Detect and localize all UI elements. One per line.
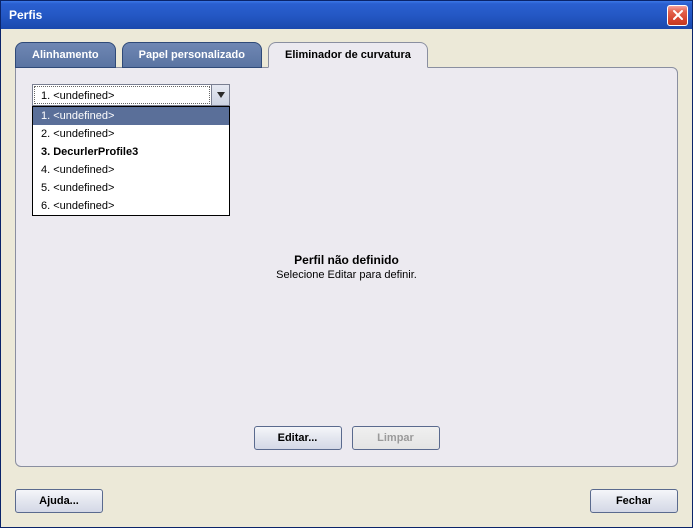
tab-panel: 1. <undefined> 1. <undefined> 2. <undefi… [15, 67, 678, 467]
profile-combo[interactable]: 1. <undefined> [32, 84, 230, 106]
tab-alinhamento[interactable]: Alinhamento [15, 42, 116, 68]
panel-button-row: Editar... Limpar [32, 416, 661, 450]
chevron-down-icon [217, 92, 225, 98]
option-label: 3. DecurlerProfile3 [41, 146, 138, 158]
option-label: 2. <undefined> [41, 128, 114, 140]
close-dialog-button[interactable]: Fechar [590, 489, 678, 513]
tab-label: Alinhamento [32, 49, 99, 61]
button-label: Ajuda... [39, 495, 79, 507]
profile-option[interactable]: 2. <undefined> [33, 125, 229, 143]
profile-option[interactable]: 3. DecurlerProfile3 [33, 143, 229, 161]
help-button[interactable]: Ajuda... [15, 489, 103, 513]
option-label: 5. <undefined> [41, 182, 114, 194]
option-label: 6. <undefined> [41, 200, 114, 212]
status-line1: Perfil não definido [276, 253, 417, 267]
profile-option[interactable]: 4. <undefined> [33, 161, 229, 179]
option-label: 4. <undefined> [41, 164, 114, 176]
clear-button: Limpar [352, 426, 440, 450]
tab-papel-personalizado[interactable]: Papel personalizado [122, 42, 262, 68]
close-icon [672, 9, 684, 21]
profile-option[interactable]: 5. <undefined> [33, 179, 229, 197]
dialog-button-row: Ajuda... Fechar [1, 477, 692, 527]
option-label: 1. <undefined> [41, 110, 114, 122]
content-area: Alinhamento Papel personalizado Eliminad… [1, 29, 692, 477]
button-label: Fechar [616, 495, 652, 507]
edit-button[interactable]: Editar... [254, 426, 342, 450]
profile-combo-button[interactable] [211, 85, 229, 105]
tab-eliminador-de-curvatura[interactable]: Eliminador de curvatura [268, 42, 428, 68]
profile-option[interactable]: 6. <undefined> [33, 197, 229, 215]
dialog-window: Perfis Alinhamento Papel personalizado E… [0, 0, 693, 528]
tab-label: Eliminador de curvatura [285, 49, 411, 61]
profile-status-message: Perfil não definido Selecione Editar par… [276, 253, 417, 281]
button-label: Editar... [278, 432, 318, 444]
profile-combo-value: 1. <undefined> [34, 86, 210, 104]
status-line2: Selecione Editar para definir. [276, 269, 417, 281]
window-title: Perfis [9, 8, 42, 22]
titlebar: Perfis [1, 1, 692, 29]
profile-option[interactable]: 1. <undefined> [33, 107, 229, 125]
tabs: Alinhamento Papel personalizado Eliminad… [15, 41, 678, 67]
close-button[interactable] [667, 5, 688, 26]
tab-label: Papel personalizado [139, 49, 245, 61]
profile-combo-container: 1. <undefined> 1. <undefined> 2. <undefi… [32, 84, 230, 106]
profile-dropdown-list: 1. <undefined> 2. <undefined> 3. Decurle… [32, 106, 230, 216]
button-label: Limpar [377, 432, 414, 444]
